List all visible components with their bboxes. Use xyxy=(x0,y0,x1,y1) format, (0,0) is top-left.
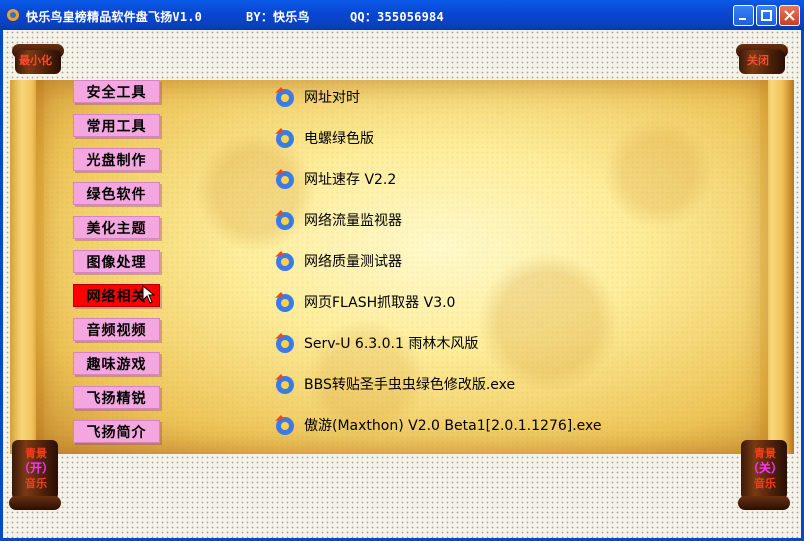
rod-cap xyxy=(9,496,61,510)
minimize-label[interactable]: 最小化 xyxy=(19,52,52,68)
software-item-label: 网络流量监视器 xyxy=(304,213,402,229)
software-item[interactable]: BBS转贴圣手虫虫绿色修改版.exe xyxy=(272,373,515,395)
window-title-qq: QQ：355056984 xyxy=(350,10,444,24)
install-disc-icon xyxy=(275,251,294,271)
close-label[interactable]: 关闭 xyxy=(747,52,769,68)
title-bar: 快乐鸟皇榜精品软件盘飞扬V1.0 BY：快乐鸟 QQ：355056984 xyxy=(0,0,804,30)
software-item[interactable]: 网络质量测试器 xyxy=(272,250,402,272)
software-item-label: 网址速存 V2.2 xyxy=(304,172,397,188)
software-item-label: BBS转贴圣手虫虫绿色修改版.exe xyxy=(304,377,516,393)
maximize-window-button[interactable] xyxy=(756,5,777,26)
music-off-button[interactable]: 青景 （关） 音乐 xyxy=(743,446,787,491)
software-item[interactable]: 网址速存 V2.2 xyxy=(272,168,396,190)
music-off-line1: 青景 xyxy=(754,447,776,460)
software-item[interactable]: Serv-U 6.3.0.1 雨林木风版 xyxy=(272,332,478,354)
music-on-line2: （开） xyxy=(17,461,54,475)
software-item-label: 傲游(Maxthon) V2.0 Beta1[2.0.1.1276].exe xyxy=(304,418,602,434)
install-disc-icon xyxy=(275,415,294,435)
mouse-cursor-icon xyxy=(142,285,156,304)
software-item-label: 网址对时 xyxy=(304,90,360,106)
install-disc-icon xyxy=(275,128,294,148)
music-on-line1: 青景 xyxy=(25,447,47,460)
music-off-line3: 音乐 xyxy=(754,477,776,490)
software-item[interactable]: 网页FLASH抓取器 V3.0 xyxy=(272,291,455,313)
maximize-icon xyxy=(761,10,772,21)
minimize-icon xyxy=(739,18,746,20)
install-disc-icon xyxy=(275,292,294,312)
minimize-window-button[interactable] xyxy=(733,5,754,26)
category-button[interactable]: 图像处理 xyxy=(73,250,160,273)
category-button[interactable]: 美化主题 xyxy=(73,216,160,239)
category-button[interactable]: 飞扬精锐 xyxy=(73,386,160,409)
install-disc-icon xyxy=(275,210,294,230)
app-icon xyxy=(7,9,19,21)
install-disc-icon xyxy=(275,333,294,353)
category-button[interactable]: 安全工具 xyxy=(73,80,160,103)
music-off-line2: （关） xyxy=(746,461,783,475)
category-button[interactable]: 常用工具 xyxy=(73,114,160,137)
software-item-label: 电螺绿色版 xyxy=(304,131,374,147)
window-border xyxy=(0,30,3,541)
software-item-label: 网络质量测试器 xyxy=(304,254,402,270)
install-disc-icon xyxy=(275,374,294,394)
install-disc-icon xyxy=(275,169,294,189)
software-item[interactable]: 电螺绿色版 xyxy=(272,127,374,149)
software-item[interactable]: 网址对时 xyxy=(272,86,360,108)
install-disc-icon xyxy=(275,87,294,107)
close-window-button[interactable] xyxy=(779,5,800,26)
software-item[interactable]: 傲游(Maxthon) V2.0 Beta1[2.0.1.1276].exe xyxy=(272,414,602,436)
category-button[interactable]: 绿色软件 xyxy=(73,182,160,205)
window-title: 快乐鸟皇榜精品软件盘飞扬V1.0 xyxy=(26,10,203,24)
window-title-author: BY：快乐鸟 xyxy=(246,10,310,24)
music-on-button[interactable]: 青景 （开） 音乐 xyxy=(14,446,58,491)
category-button[interactable]: 飞扬简介 xyxy=(73,420,160,443)
software-item[interactable]: 网络流量监视器 xyxy=(272,209,402,231)
category-button[interactable]: 趣味游戏 xyxy=(73,352,160,375)
music-on-line3: 音乐 xyxy=(25,477,47,490)
close-icon xyxy=(784,10,795,21)
category-button[interactable]: 光盘制作 xyxy=(73,148,160,171)
software-item-label: 网页FLASH抓取器 V3.0 xyxy=(304,295,456,311)
rod-cap xyxy=(738,496,790,510)
software-item-label: Serv-U 6.3.0.1 雨林木风版 xyxy=(304,336,479,352)
category-button[interactable]: 音频视频 xyxy=(73,318,160,341)
